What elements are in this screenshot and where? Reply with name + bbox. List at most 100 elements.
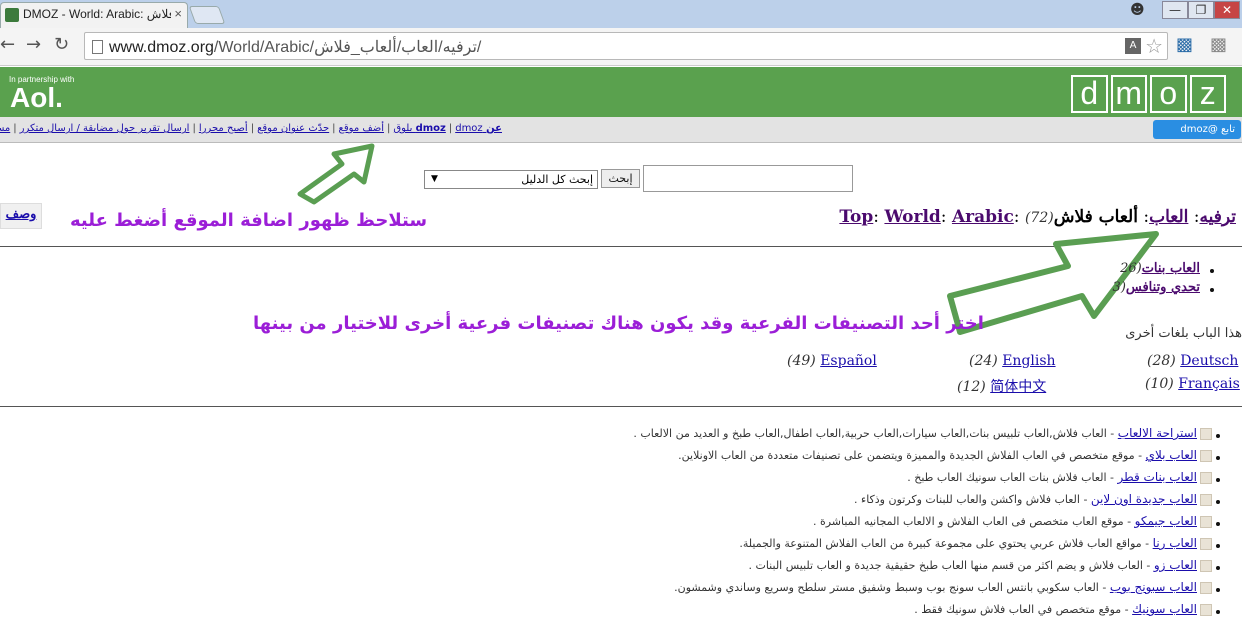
twitter-follow-button[interactable]: تابع @dmoz xyxy=(1153,120,1241,139)
forward-button[interactable]: → xyxy=(26,34,41,55)
language-link-english[interactable]: English xyxy=(1002,353,1055,369)
language-item: (12) 简体中文 xyxy=(957,376,1046,396)
language-count: (24) xyxy=(969,353,998,369)
site-link[interactable]: العاب زو xyxy=(1154,558,1197,572)
separator: | xyxy=(13,123,17,134)
add-site-link[interactable]: أضف موقع xyxy=(339,123,384,134)
site-favicon-icon xyxy=(1200,428,1212,440)
bullet xyxy=(1216,478,1220,482)
site-description: - العاب فلاش بنات العاب سونيك العاب طبخ … xyxy=(907,471,1118,484)
site-favicon-icon xyxy=(1200,604,1212,616)
become-editor-link[interactable]: أصبح محررا xyxy=(199,123,248,134)
bullet xyxy=(1216,588,1220,592)
bullet xyxy=(1210,288,1214,292)
site-listing: العاب بلاي - موقع متخصص في العاب الفلاش … xyxy=(678,448,1212,462)
window-close-button[interactable]: ✕ xyxy=(1214,1,1240,19)
back-button[interactable]: ← xyxy=(0,34,15,55)
description-button[interactable]: وصف xyxy=(0,203,42,229)
site-listing: العاب بنات قطر - العاب فلاش بنات العاب س… xyxy=(907,470,1212,484)
dmoz-logo-letter: z xyxy=(1189,75,1226,113)
browser-tab-active[interactable]: DMOZ - World: Arabic: ألعاب فلاش × xyxy=(0,2,188,28)
language-link-chinese[interactable]: 简体中文 xyxy=(990,379,1046,395)
site-favicon-icon xyxy=(1200,582,1212,594)
bullet xyxy=(1216,456,1220,460)
site-description: - مواقع العاب فلاش عربي يحتوي على مجموعة… xyxy=(739,537,1153,550)
site-listing: العاب جيمكو - موقع العاب متخصص فى العاب … xyxy=(813,514,1212,528)
help-link[interactable]: مساعدة xyxy=(0,123,10,134)
breadcrumb-entertainment[interactable]: ترفيه xyxy=(1200,207,1236,227)
subcategory-link[interactable]: العاب بنات xyxy=(1142,261,1200,276)
site-link[interactable]: العاب بلاي xyxy=(1146,448,1197,462)
language-link-francais[interactable]: Français xyxy=(1178,376,1240,392)
aol-logo[interactable]: Aol. xyxy=(10,82,63,114)
search-input[interactable] xyxy=(643,165,853,192)
extension-icon[interactable]: ▩ xyxy=(1176,34,1193,55)
site-link[interactable]: العاب جيمكو xyxy=(1135,514,1197,528)
bookmark-star-icon[interactable]: ☆ xyxy=(1145,34,1163,58)
translate-icon[interactable]: A xyxy=(1125,38,1141,54)
url-path: /World/Arabic/ترفيه/العاب/ألعاب_فلاش/ xyxy=(213,39,482,56)
tab-title: DMOZ - World: Arabic: ألعاب فلاش xyxy=(23,7,171,21)
language-link-deutsch[interactable]: Deutsch xyxy=(1180,353,1238,369)
annotation-add-site: ستلاحظ ظهور اضافة الموقع أضغط عليه xyxy=(70,210,428,231)
window-minimize-button[interactable]: — xyxy=(1162,1,1188,19)
site-link[interactable]: العاب سبونج بوب xyxy=(1110,580,1197,594)
site-link[interactable]: العاب جديدة اون لاين xyxy=(1091,492,1197,506)
annotation-arrow-up-icon xyxy=(297,143,375,205)
site-link[interactable]: العاب رنا xyxy=(1153,536,1197,550)
browser-toolbar: ← → ↻ www.dmoz.org/World/Arabic/ترفيه/ال… xyxy=(0,28,1242,66)
update-url-link[interactable]: حدّث عنوان موقع xyxy=(257,123,329,134)
breadcrumb-world[interactable]: World xyxy=(884,207,940,227)
browser-tab-strip: DMOZ - World: Arabic: ألعاب فلاش × ☻ — ❐… xyxy=(0,0,1242,28)
language-count: (12) xyxy=(957,379,986,395)
user-profile-icon[interactable]: ☻ xyxy=(1130,2,1154,20)
separator: | xyxy=(192,123,196,134)
top-link-bar: عن dmoz|dmoz بلوق|أضف موقع|حدّث عنوان مو… xyxy=(0,117,1242,143)
bullet xyxy=(1216,544,1220,548)
top-links: عن dmoz|dmoz بلوق|أضف موقع|حدّث عنوان مو… xyxy=(0,123,502,134)
language-item: (10) Français xyxy=(1145,376,1240,392)
window-maximize-button[interactable]: ❐ xyxy=(1188,1,1214,19)
site-favicon-icon xyxy=(1200,450,1212,462)
tab-close-icon[interactable]: × xyxy=(174,6,182,21)
search-button[interactable]: إبحث xyxy=(601,169,640,188)
breadcrumb-top[interactable]: Top xyxy=(839,207,873,227)
site-description: - العاب فلاش واكشن والعاب للبنات وكرتون … xyxy=(854,493,1091,506)
bullet xyxy=(1216,566,1220,570)
site-favicon-icon xyxy=(1200,560,1212,572)
site-link[interactable]: العاب سونيك xyxy=(1132,602,1197,616)
dmoz-favicon-icon xyxy=(5,8,19,22)
site-favicon-icon xyxy=(1200,472,1212,484)
dmoz-logo-letter: o xyxy=(1150,75,1187,113)
site-listing: العاب جديدة اون لاين - العاب فلاش واكشن … xyxy=(854,492,1212,506)
site-listing: العاب رنا - مواقع العاب فلاش عربي يحتوي … xyxy=(739,536,1212,550)
address-bar[interactable]: www.dmoz.org/World/Arabic/ترفيه/العاب/أل… xyxy=(84,32,1168,60)
site-favicon-icon xyxy=(1200,494,1212,506)
bullet xyxy=(1216,610,1220,614)
site-listing: استراحة الالعاب - العاب فلاش,العاب تلبيس… xyxy=(633,426,1212,440)
site-description: - موقع العاب متخصص فى العاب الفلاش و الا… xyxy=(812,515,1135,528)
separator: | xyxy=(332,123,336,134)
report-abuse-link[interactable]: ارسال تقرير حول مضايقة / ارسال متكرر xyxy=(20,123,190,134)
search-scope-select[interactable]: إبحث كل الدليل ▼ xyxy=(424,170,598,189)
separator: | xyxy=(386,123,391,134)
address-url[interactable]: www.dmoz.org/World/Arabic/ترفيه/العاب/أل… xyxy=(109,37,481,57)
site-favicon-icon xyxy=(1200,516,1212,528)
site-banner: In partnership with Aol. d m o z xyxy=(0,67,1242,117)
site-link[interactable]: العاب بنات قطر xyxy=(1118,470,1197,484)
language-link-espanol[interactable]: Español xyxy=(820,353,877,369)
subcategory-link[interactable]: تحدي وتنافس xyxy=(1126,280,1200,295)
other-languages-heading: هذا الباب بلغات أخرى xyxy=(1125,326,1242,341)
new-tab-button[interactable] xyxy=(188,6,226,24)
annotation-subcategory: اختر أحد التصنيفات الفرعية وقد يكون هناك… xyxy=(253,313,984,334)
site-link[interactable]: استراحة الالعاب xyxy=(1118,426,1197,440)
dmoz-logo[interactable]: d m o z xyxy=(1071,75,1226,113)
reload-button[interactable]: ↻ xyxy=(54,34,69,55)
bullet xyxy=(1216,522,1220,526)
site-description: - موقع متخصص في العاب الفلاش الجديدة وال… xyxy=(678,449,1146,462)
site-favicon-icon xyxy=(1200,538,1212,550)
language-count: (49) xyxy=(787,353,816,369)
menu-icon[interactable]: ▩ xyxy=(1210,34,1227,55)
language-item: (28) Deutsch xyxy=(1147,353,1238,369)
site-description: - موقع متخصص في العاب فلاش سونيك فقط . xyxy=(914,603,1133,616)
